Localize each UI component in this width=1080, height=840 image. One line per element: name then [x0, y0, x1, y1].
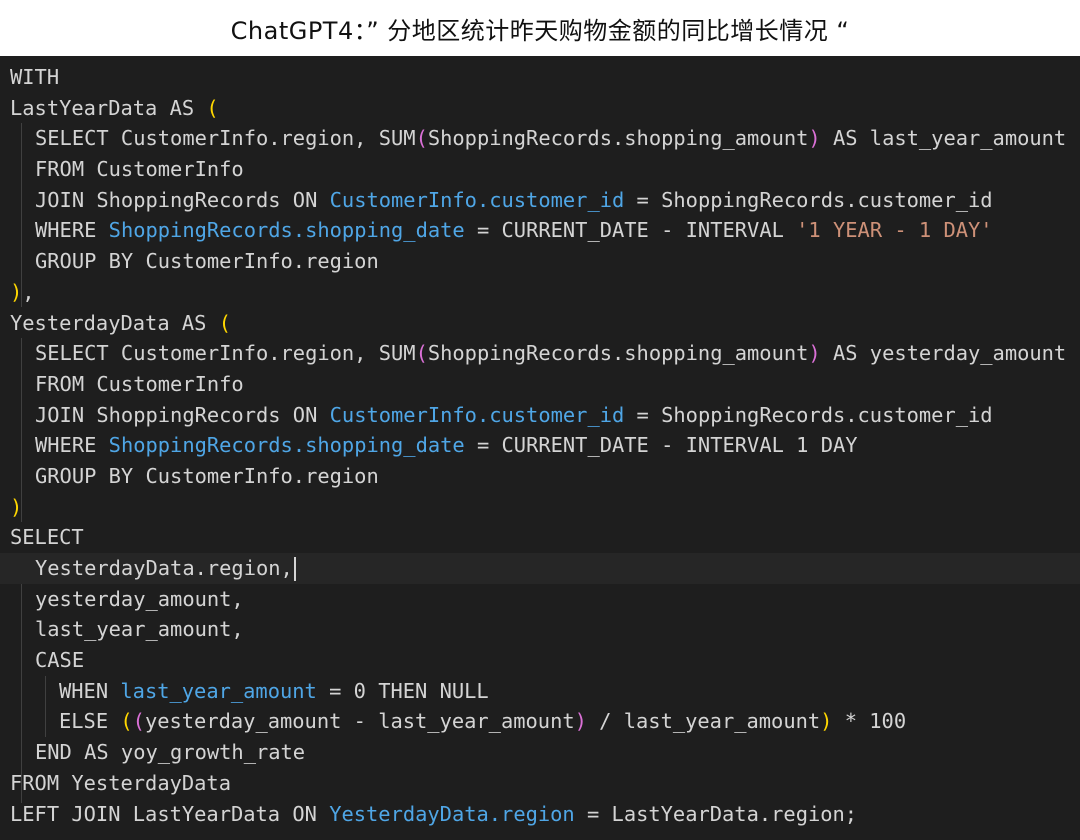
- code-line-7: GROUP BY CustomerInfo.region: [0, 246, 1080, 277]
- code-line-20: CASE: [0, 645, 1080, 676]
- code-line-1: WITH: [0, 62, 1080, 93]
- text-cursor: [293, 557, 296, 581]
- code-token: JOIN ShoppingRecords ON: [35, 402, 330, 427]
- code-token: = ShoppingRecords.customer_id: [624, 187, 993, 212]
- code-token: (: [206, 95, 219, 120]
- code-token: SELECT: [10, 525, 84, 550]
- code-token: AS last_year_amount: [820, 126, 1067, 151]
- code-token: (: [415, 126, 428, 151]
- code-line-25: LEFT JOIN LastYearData ON YesterdayData.…: [0, 799, 1080, 830]
- code-token: (: [218, 310, 231, 335]
- code-token: SELECT CustomerInfo.region, SUM: [35, 341, 416, 366]
- code-token: WHEN: [59, 678, 121, 703]
- code-line-10: SELECT CustomerInfo.region, SUM(Shopping…: [0, 338, 1080, 369]
- code-token: (: [120, 709, 133, 734]
- code-line-2: LastYearData AS (: [0, 93, 1080, 124]
- code-token: = CURRENT_DATE - INTERVAL: [464, 218, 797, 243]
- code-token: WHERE: [35, 218, 109, 243]
- code-token: WITH: [10, 65, 60, 89]
- code-line-22: ELSE ((yesterday_amount - last_year_amou…: [0, 706, 1080, 737]
- code-token: ShoppingRecords.shopping_date: [108, 218, 465, 243]
- code-token: AS yesterday_amount: [820, 341, 1067, 366]
- code-line-11: FROM CustomerInfo: [0, 369, 1080, 400]
- code-token: LastYearData AS: [10, 95, 207, 120]
- code-line-19: last_year_amount,: [0, 614, 1080, 645]
- code-token: = 0 THEN NULL: [316, 678, 489, 703]
- code-token: YesterdayData.region,: [35, 556, 293, 580]
- code-token: ): [574, 709, 587, 734]
- code-token: ): [808, 126, 821, 151]
- code-token: JOIN ShoppingRecords ON: [35, 187, 330, 212]
- code-line-18: yesterday_amount,: [0, 584, 1080, 615]
- code-line-9: YesterdayData AS (: [0, 308, 1080, 339]
- code-token: ): [10, 494, 23, 519]
- code-editor[interactable]: WITH LastYearData AS ( SELECT CustomerIn…: [0, 56, 1080, 840]
- code-token: YesterdayData AS: [10, 310, 219, 335]
- code-token: = CURRENT_DATE - INTERVAL 1 DAY: [464, 433, 858, 458]
- code-line-15: ): [0, 492, 1080, 523]
- code-token: FROM YesterdayData: [10, 770, 231, 795]
- code-token: ELSE: [59, 709, 121, 734]
- code-line-23: END AS yoy_growth_rate: [0, 737, 1080, 768]
- code-line-6: WHERE ShoppingRecords.shopping_date = CU…: [0, 215, 1080, 246]
- code-line-5: JOIN ShoppingRecords ON CustomerInfo.cus…: [0, 185, 1080, 216]
- code-token: YesterdayData.region: [329, 801, 575, 826]
- code-token: = ShoppingRecords.customer_id: [624, 402, 993, 427]
- code-token: FROM CustomerInfo: [35, 157, 244, 182]
- code-line-13: WHERE ShoppingRecords.shopping_date = CU…: [0, 430, 1080, 461]
- code-line-17: YesterdayData.region,: [0, 553, 1080, 584]
- code-line-4: FROM CustomerInfo: [0, 154, 1080, 185]
- code-token: yesterday_amount - last_year_amount: [144, 709, 575, 734]
- code-token: ShoppingRecords.shopping_date: [108, 433, 465, 458]
- code-token: CustomerInfo.customer_id: [329, 402, 625, 427]
- code-token: SELECT CustomerInfo.region, SUM: [35, 126, 416, 151]
- code-token: (: [415, 341, 428, 366]
- code-line-24: FROM YesterdayData: [0, 768, 1080, 799]
- code-token: GROUP BY CustomerInfo.region: [35, 463, 379, 488]
- code-token: LEFT JOIN LastYearData ON: [10, 801, 330, 826]
- code-line-8: ),: [0, 277, 1080, 308]
- code-token: (: [132, 709, 145, 734]
- screenshot-caption: ChatGPT4：” 分地区统计昨天购物金额的同比增长情况 “: [0, 0, 1080, 56]
- code-token: WHERE: [35, 433, 109, 458]
- code-token: ShoppingRecords.shopping_amount: [427, 341, 809, 366]
- code-token: ,: [22, 279, 35, 304]
- code-token: ShoppingRecords.shopping_amount: [427, 126, 809, 151]
- code-token: CASE: [35, 648, 85, 673]
- code-token: '1 YEAR - 1 DAY': [796, 218, 993, 243]
- code-line-16: SELECT: [0, 522, 1080, 553]
- code-token: ): [10, 279, 23, 304]
- code-token: END AS yoy_growth_rate: [35, 740, 306, 765]
- code-token: last_year_amount,: [35, 617, 244, 642]
- code-token: FROM CustomerInfo: [35, 371, 244, 396]
- code-token: / last_year_amount: [586, 709, 821, 734]
- code-token: GROUP BY CustomerInfo.region: [35, 249, 379, 274]
- code-line-3: SELECT CustomerInfo.region, SUM(Shopping…: [0, 123, 1080, 154]
- code-line-12: JOIN ShoppingRecords ON CustomerInfo.cus…: [0, 400, 1080, 431]
- code-token: = LastYearData.region;: [574, 801, 858, 826]
- code-token: ): [820, 709, 833, 734]
- code-lines: WITH LastYearData AS ( SELECT CustomerIn…: [0, 62, 1080, 829]
- code-token: * 100: [832, 709, 907, 734]
- code-token: CustomerInfo.customer_id: [329, 187, 625, 212]
- code-line-14: GROUP BY CustomerInfo.region: [0, 461, 1080, 492]
- code-token: last_year_amount: [120, 678, 317, 703]
- code-token: ): [808, 341, 821, 366]
- code-token: yesterday_amount,: [35, 586, 244, 611]
- code-line-21: WHEN last_year_amount = 0 THEN NULL: [0, 676, 1080, 707]
